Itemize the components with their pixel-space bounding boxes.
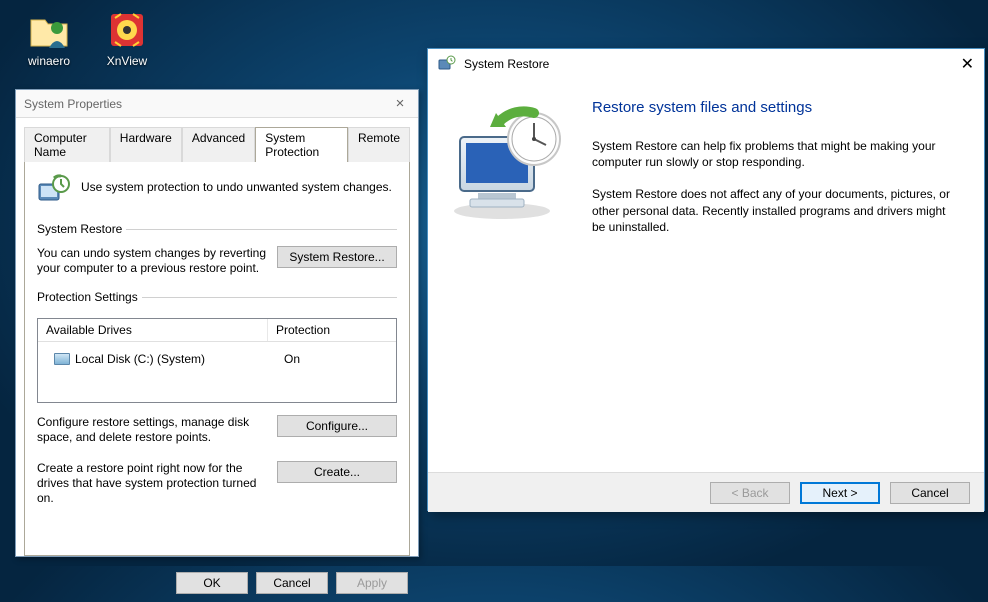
back-button[interactable]: < Back [710,482,790,504]
tab-remote[interactable]: Remote [348,127,410,162]
table-row[interactable]: Local Disk (C:) (System) On [46,348,388,370]
desktop-icon-label: winaero [14,54,84,68]
window-title: System Restore [464,57,942,71]
titlebar[interactable]: System Restore ✕ [428,49,984,79]
wizard-main: Restore system files and settings System… [588,85,984,472]
folder-person-icon [27,8,71,52]
system-restore-button[interactable]: System Restore... [277,246,397,268]
wizard-sidebar [428,85,588,472]
close-button[interactable]: ✕ [942,54,974,74]
drive-name: Local Disk (C:) (System) [75,352,205,366]
tab-system-protection[interactable]: System Protection [255,127,348,162]
window-title: System Properties [24,97,390,111]
column-header-drives[interactable]: Available Drives [38,319,268,341]
protection-settings-group: Protection Settings Available Drives Pro… [37,290,397,506]
desktop-icon-label: XnView [92,54,162,68]
tabs: Computer Name Hardware Advanced System P… [24,126,410,162]
intro-text: Use system protection to undo unwanted s… [81,174,392,194]
close-button[interactable]: × [390,95,410,112]
drives-table: Available Drives Protection Local Disk (… [37,318,397,403]
system-restore-group: System Restore You can undo system chang… [37,222,397,276]
dialog-footer: OK Cancel Apply [16,564,418,602]
titlebar[interactable]: System Properties × [16,90,418,118]
cancel-button[interactable]: Cancel [256,572,328,594]
tab-panel: Use system protection to undo unwanted s… [24,162,410,556]
desktop-icon-winaero[interactable]: winaero [14,8,84,68]
wizard-heading: Restore system files and settings [592,99,960,116]
wizard-paragraph: System Restore does not affect any of yo… [592,186,960,235]
desktop-icon-xnview[interactable]: XnView [92,8,162,68]
tab-computer-name[interactable]: Computer Name [24,127,110,162]
system-properties-window: System Properties × Computer Name Hardwa… [15,89,419,557]
tab-advanced[interactable]: Advanced [182,127,255,162]
cancel-button[interactable]: Cancel [890,482,970,504]
system-restore-text: You can undo system changes by reverting… [37,246,267,276]
wizard-paragraph: System Restore can help fix problems tha… [592,138,960,170]
ok-button[interactable]: OK [176,572,248,594]
create-text: Create a restore point right now for the… [37,461,267,506]
drive-icon [54,353,70,365]
tab-hardware[interactable]: Hardware [110,127,182,162]
system-restore-wizard-window: System Restore ✕ [427,48,985,511]
configure-text: Configure restore settings, manage disk … [37,415,267,445]
xnview-icon [105,8,149,52]
next-button[interactable]: Next > [800,482,880,504]
shield-restore-icon [37,174,71,208]
wizard-footer: < Back Next > Cancel [428,472,984,512]
system-restore-icon [438,55,456,73]
group-legend: Protection Settings [37,290,142,304]
system-restore-hero-icon [442,103,572,223]
drive-protection: On [276,350,308,368]
configure-button[interactable]: Configure... [277,415,397,437]
create-button[interactable]: Create... [277,461,397,483]
column-header-protection[interactable]: Protection [268,319,338,341]
group-legend: System Restore [37,222,126,236]
apply-button[interactable]: Apply [336,572,408,594]
